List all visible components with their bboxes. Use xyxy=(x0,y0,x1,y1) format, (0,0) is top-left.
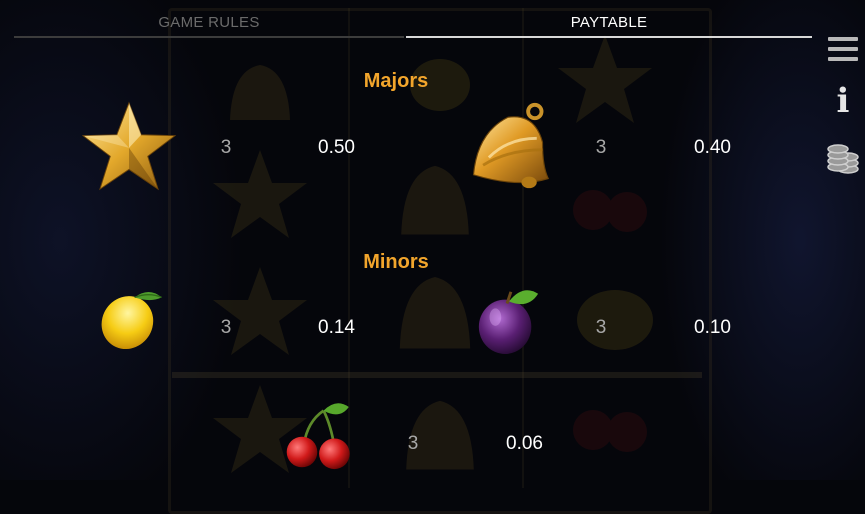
tab-game-rules[interactable]: GAME RULES xyxy=(14,12,404,38)
lemon-count: 3 xyxy=(220,317,232,338)
ghost-lemon-icon xyxy=(577,290,653,350)
bell-count: 3 xyxy=(595,137,607,158)
coins-button[interactable] xyxy=(826,142,860,176)
ghost-star-icon xyxy=(558,35,652,123)
ghost-star-icon xyxy=(213,267,307,355)
menu-button[interactable] xyxy=(826,32,860,66)
info-icon: i xyxy=(836,81,850,121)
cherries-payout: 0.06 xyxy=(506,433,543,454)
ghost-cherries-icon xyxy=(573,190,647,232)
ghost-star-icon xyxy=(213,150,307,238)
hamburger-menu-icon xyxy=(828,37,858,41)
ghost-bell-icon xyxy=(230,65,290,120)
tab-paytable[interactable]: PAYTABLE xyxy=(406,12,812,38)
reel-divider xyxy=(522,8,524,488)
bell-icon xyxy=(472,102,550,189)
lemon-icon xyxy=(101,292,162,350)
bell-payout: 0.40 xyxy=(694,137,731,158)
ghost-bell-icon xyxy=(406,400,474,470)
star-count: 3 xyxy=(220,137,232,158)
reel-bar xyxy=(172,372,702,378)
hamburger-menu-icon xyxy=(828,47,858,51)
plum-payout: 0.10 xyxy=(694,317,731,338)
majors-heading: Majors xyxy=(363,70,429,92)
minors-heading: Minors xyxy=(363,251,429,273)
star-payout: 0.50 xyxy=(318,137,355,158)
plum-count: 3 xyxy=(595,317,607,338)
cherries-icon xyxy=(286,403,350,470)
star-icon xyxy=(82,101,176,191)
lemon-payout: 0.14 xyxy=(318,317,355,338)
info-button[interactable]: i xyxy=(826,84,860,118)
plum-icon xyxy=(478,290,539,354)
ghost-cherries-icon xyxy=(573,410,647,452)
hamburger-menu-icon xyxy=(828,57,858,61)
coin-stack-icon xyxy=(827,144,859,174)
cherries-count: 3 xyxy=(407,433,419,454)
tab-bar: GAME RULES PAYTABLE xyxy=(14,12,812,38)
